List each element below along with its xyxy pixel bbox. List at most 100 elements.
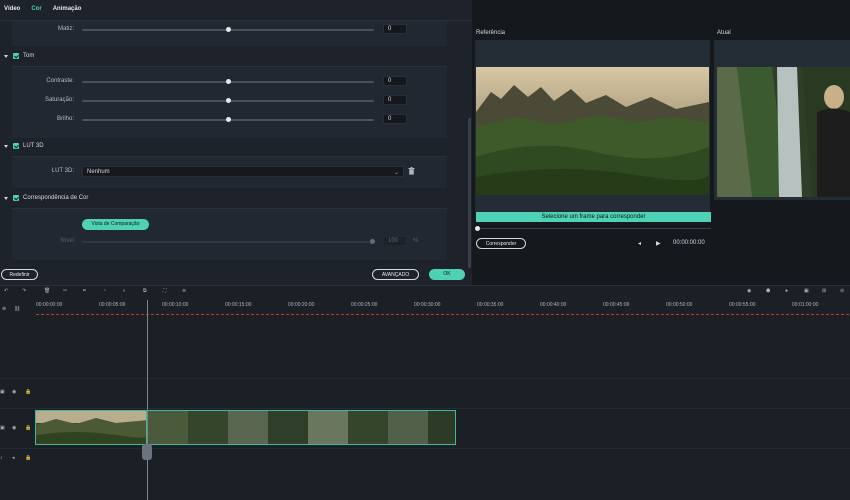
split-icon[interactable]: ⧉ [143, 288, 149, 294]
level-slider[interactable] [82, 239, 375, 244]
ruler-marker-line [36, 314, 850, 315]
trash-icon[interactable] [408, 167, 415, 175]
tab-animation[interactable]: Animação [49, 0, 85, 20]
tab-bar: Vídeo Cor Animação [0, 0, 472, 20]
color-icon[interactable]: ◑ [122, 288, 128, 294]
lut-selected: Nenhum [87, 169, 110, 175]
cut-icon[interactable]: ✂ [63, 288, 69, 294]
match-button[interactable]: Corresponder [476, 238, 526, 249]
render-icon[interactable]: ◉ [747, 288, 753, 294]
playhead[interactable] [147, 300, 148, 500]
playhead-handle[interactable] [142, 444, 152, 460]
color-match-box [12, 208, 447, 260]
zoom-out-icon[interactable]: ⊖ [840, 288, 846, 294]
saturation-label: Saturação: [44, 97, 74, 103]
tone-section-header[interactable]: Tom [4, 51, 34, 61]
hue-value[interactable]: 0 [383, 24, 407, 34]
speaker-icon[interactable]: ◂ [12, 455, 15, 461]
crop-icon[interactable]: ⌗ [83, 288, 89, 294]
contrast-slider[interactable] [82, 79, 374, 84]
play-icon[interactable]: ▶ [656, 240, 661, 247]
reference-label: Referência [476, 30, 506, 36]
timecode: 00:00:00:00 [673, 240, 705, 246]
delete-icon[interactable]: 🗑 [44, 288, 50, 294]
ruler-label: 00:00:45:00 [603, 302, 630, 308]
hue-slider[interactable] [82, 27, 374, 32]
ruler-label: 00:00:35:00 [477, 302, 504, 308]
advanced-button[interactable]: AVANÇADO [372, 269, 419, 280]
ruler-label: 00:00:30:00 [414, 302, 441, 308]
brightness-value[interactable]: 0 [383, 114, 407, 124]
track-3: ▣ ◉ 🔒 [0, 378, 850, 408]
panel-scrollbar[interactable] [468, 118, 471, 268]
tab-video[interactable]: Vídeo [0, 0, 23, 20]
brightness-slider[interactable] [82, 117, 374, 122]
step-back-icon[interactable]: ◂ [638, 240, 641, 247]
mic-icon[interactable]: ● [785, 288, 791, 294]
tab-color[interactable]: Cor [27, 0, 44, 20]
ok-button[interactable]: OK [429, 269, 465, 280]
color-match-section-header[interactable]: Correspondência de Cor [4, 193, 88, 203]
track-type-icon: ▣ [0, 425, 5, 431]
ruler-label: 00:00:00:00 [36, 302, 63, 308]
redo-icon[interactable]: ↷ [22, 288, 28, 294]
current-label: Atual [717, 30, 731, 36]
saturation-value[interactable]: 0 [383, 95, 407, 105]
video-clip-reference[interactable] [35, 410, 147, 445]
ruler-label: 00:00:20:00 [288, 302, 315, 308]
video-clip-current[interactable] [147, 410, 456, 445]
voiceover-icon[interactable]: ▣ [804, 288, 810, 294]
reference-scrubber[interactable] [475, 226, 711, 231]
fullscreen-icon[interactable]: ⛶ [163, 288, 169, 294]
lut-section-header[interactable]: LUT 3D [4, 141, 44, 151]
saturation-slider-thumb[interactable] [226, 98, 231, 103]
timeline-ruler[interactable]: 00:00:00:00 00:00:05:00 00:00:10:00 00:0… [36, 299, 850, 315]
level-value[interactable]: 100 [383, 236, 407, 246]
speed-icon[interactable]: ◔ [103, 288, 109, 294]
lut-dropdown[interactable]: Nenhum ⌄ [82, 166, 404, 177]
link-icon[interactable]: ⛓ [14, 306, 20, 312]
ruler-label: 00:00:55:00 [729, 302, 756, 308]
collapse-arrow-icon[interactable] [4, 196, 8, 200]
ruler-label: 00:00:05:00 [99, 302, 126, 308]
tone-section-label: Tom [23, 53, 35, 59]
ruler-label: 00:00:10:00 [162, 302, 189, 308]
reset-button[interactable]: Redefinir [1, 269, 38, 280]
lock-icon[interactable]: 🔒 [25, 389, 31, 395]
eye-icon[interactable]: ◉ [12, 425, 16, 431]
add-track-icon[interactable]: ⊕ [2, 306, 6, 312]
contrast-value[interactable]: 0 [383, 76, 407, 86]
reference-image[interactable] [476, 67, 709, 195]
snapshot-icon[interactable]: ⊞ [822, 288, 828, 294]
lock-icon[interactable]: 🔒 [25, 425, 31, 431]
timeline-toolbar: ↶ ↷ 🗑 ✂ ⌗ ◔ ◑ ⧉ ⛶ ≋ ◉ ⬟ ● ▣ ⊞ ⊖ [0, 286, 850, 300]
hue-box [12, 20, 447, 46]
collapse-arrow-icon[interactable] [4, 144, 8, 148]
comparison-view-button[interactable]: Vista de Comparação [82, 219, 149, 230]
current-image[interactable] [717, 67, 850, 197]
undo-icon[interactable]: ↶ [4, 288, 10, 294]
checkbox-icon[interactable] [13, 53, 19, 59]
chevron-down-icon: ⌄ [393, 170, 399, 176]
audio-mixer-icon[interactable]: ≋ [182, 288, 188, 294]
eye-icon[interactable]: ◉ [12, 389, 16, 395]
ruler-label: 00:00:40:00 [540, 302, 567, 308]
ruler-label: 00:00:50:00 [666, 302, 693, 308]
level-unit: % [413, 238, 419, 244]
lock-icon[interactable]: 🔒 [25, 455, 31, 461]
ruler-label: 00:00:25:00 [351, 302, 378, 308]
contrast-slider-thumb[interactable] [226, 79, 231, 84]
hue-label: Matiz: [57, 26, 74, 32]
marker-icon[interactable]: ⬟ [766, 288, 772, 294]
checkbox-icon[interactable] [13, 195, 19, 201]
checkbox-icon[interactable] [13, 143, 19, 149]
contrast-label: Contraste: [46, 78, 74, 84]
brightness-slider-thumb[interactable] [226, 117, 231, 122]
saturation-slider[interactable] [82, 98, 374, 103]
level-slider-thumb[interactable] [370, 239, 375, 244]
hue-slider-thumb[interactable] [226, 27, 231, 32]
track-type-icon: ▣ [0, 389, 5, 395]
reference-scrubber-handle[interactable] [475, 226, 480, 231]
ruler-label: 00:01:00:00 [792, 302, 819, 308]
collapse-arrow-icon[interactable] [4, 54, 8, 58]
